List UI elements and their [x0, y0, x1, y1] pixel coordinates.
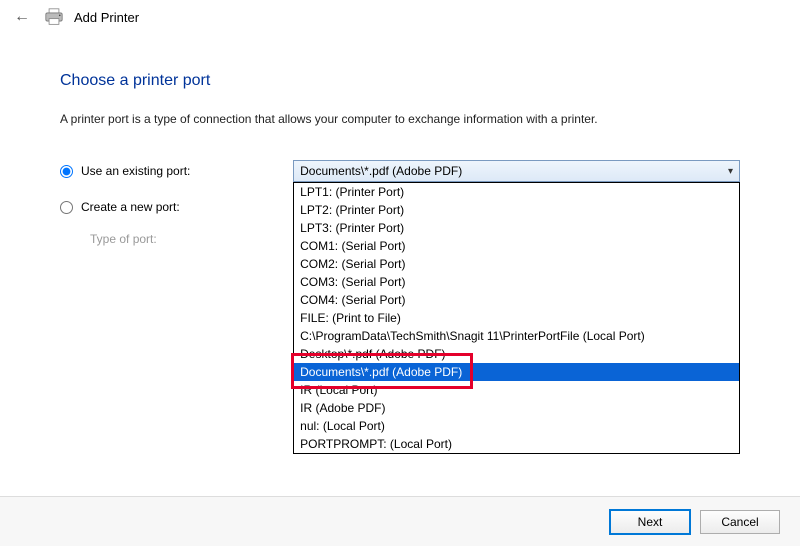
create-new-port-label[interactable]: Create a new port: — [81, 200, 180, 214]
next-button[interactable]: Next — [610, 510, 690, 534]
port-dropdown[interactable]: LPT1: (Printer Port)LPT2: (Printer Port)… — [293, 182, 740, 454]
port-option[interactable]: COM1: (Serial Port) — [294, 237, 739, 255]
titlebar: ← Add Printer — [0, 0, 800, 34]
port-option[interactable]: COM4: (Serial Port) — [294, 291, 739, 309]
description-text: A printer port is a type of connection t… — [60, 112, 740, 126]
port-option[interactable]: C:\ProgramData\TechSmith\Snagit 11\Print… — [294, 327, 739, 345]
use-existing-port-radio[interactable] — [60, 165, 73, 178]
use-existing-port-label[interactable]: Use an existing port: — [81, 164, 190, 178]
type-of-port-label: Type of port: — [60, 232, 157, 246]
port-option[interactable]: LPT3: (Printer Port) — [294, 219, 739, 237]
port-option[interactable]: Documents\*.pdf (Adobe PDF) — [294, 363, 739, 381]
port-select-wrapper: Documents\*.pdf (Adobe PDF) ▾ LPT1: (Pri… — [293, 160, 740, 182]
chevron-down-icon: ▾ — [728, 166, 733, 177]
printer-icon — [44, 8, 64, 26]
existing-port-row: Use an existing port: Documents\*.pdf (A… — [60, 160, 740, 182]
port-option[interactable]: LPT2: (Printer Port) — [294, 201, 739, 219]
port-option[interactable]: COM3: (Serial Port) — [294, 273, 739, 291]
port-option[interactable]: nul: (Local Port) — [294, 417, 739, 435]
window-title: Add Printer — [74, 10, 139, 25]
port-option[interactable]: FILE: (Print to File) — [294, 309, 739, 327]
port-option[interactable]: PORTPROMPT: (Local Port) — [294, 435, 739, 453]
port-option[interactable]: COM2: (Serial Port) — [294, 255, 739, 273]
cancel-button[interactable]: Cancel — [700, 510, 780, 534]
footer: Next Cancel — [0, 496, 800, 546]
port-option[interactable]: LPT1: (Printer Port) — [294, 183, 739, 201]
port-select-value: Documents\*.pdf (Adobe PDF) — [300, 164, 462, 178]
content-area: Choose a printer port A printer port is … — [0, 34, 800, 246]
back-arrow-icon[interactable]: ← — [10, 6, 34, 28]
port-option[interactable]: IR (Adobe PDF) — [294, 399, 739, 417]
port-option[interactable]: Desktop\*.pdf (Adobe PDF) — [294, 345, 739, 363]
page-heading: Choose a printer port — [60, 72, 740, 90]
create-new-port-radio[interactable] — [60, 201, 73, 214]
port-option[interactable]: IR (Local Port) — [294, 381, 739, 399]
port-select[interactable]: Documents\*.pdf (Adobe PDF) ▾ — [293, 160, 740, 182]
